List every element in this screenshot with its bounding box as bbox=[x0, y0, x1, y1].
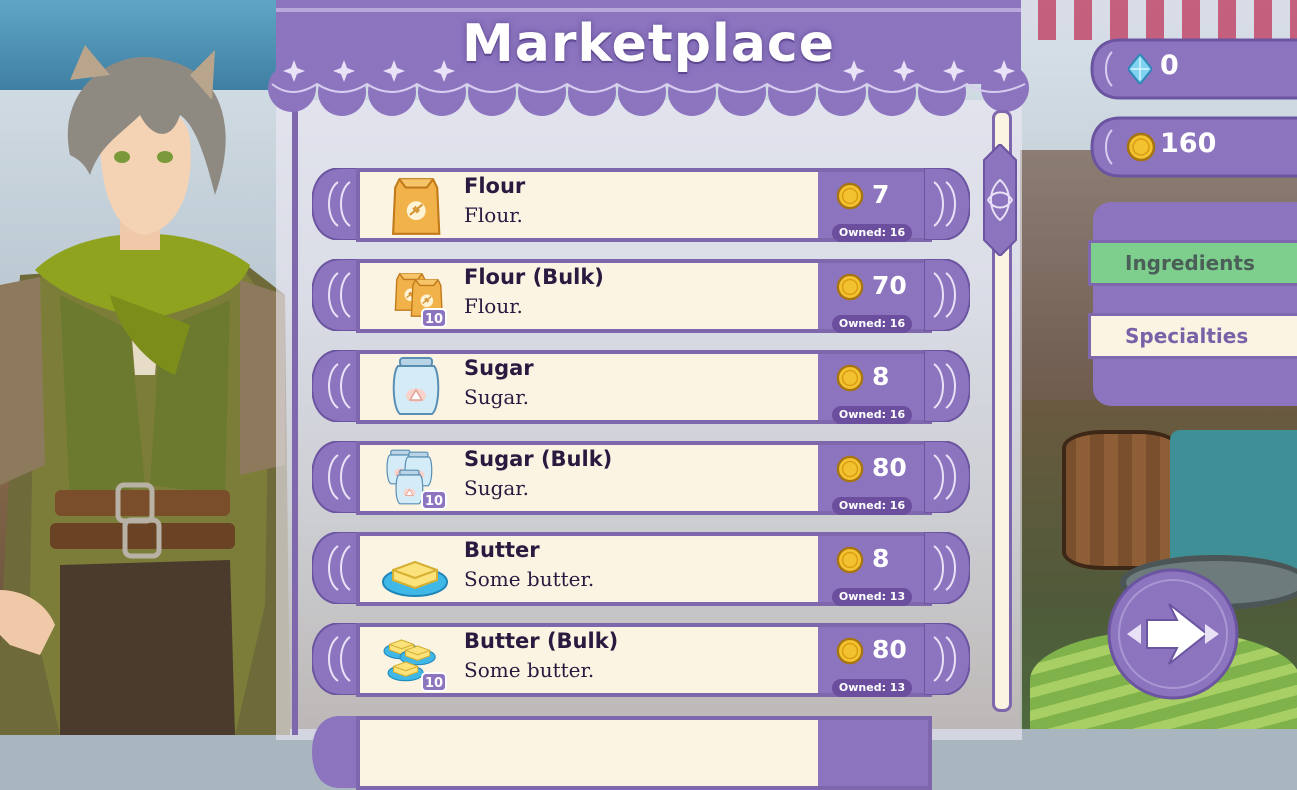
row-cap-right bbox=[924, 259, 970, 331]
owned-count: Owned: 13 bbox=[832, 679, 912, 697]
sugar-jar-icon bbox=[392, 357, 440, 415]
item-price: 80 bbox=[872, 453, 907, 482]
item-name: Flour (Bulk) bbox=[464, 265, 604, 289]
bulk-badge: 10 bbox=[425, 312, 443, 327]
coin-icon bbox=[836, 546, 864, 574]
bulk-badge: 10 bbox=[425, 494, 443, 509]
list-item[interactable]: 10 Butter (Bulk) Some butter. 80 Owned: … bbox=[312, 623, 970, 697]
item-price: 8 bbox=[872, 362, 890, 391]
list-item[interactable]: Flour Flour. 7 Owned: 16 bbox=[312, 168, 970, 242]
butter-icon bbox=[382, 560, 448, 597]
character-portrait bbox=[0, 45, 290, 735]
flour-bulk-icon: 10 bbox=[394, 273, 447, 328]
item-price: 70 bbox=[872, 271, 907, 300]
panel-frame-left bbox=[292, 110, 298, 735]
wooden-barrel bbox=[1062, 430, 1180, 570]
item-description: Some butter. bbox=[464, 567, 595, 591]
gem-icon bbox=[1128, 54, 1152, 84]
item-name: Butter bbox=[464, 538, 540, 562]
row-cap-right bbox=[924, 350, 970, 422]
item-price: 80 bbox=[872, 635, 907, 664]
item-description: Some butter. bbox=[464, 658, 595, 682]
gem-count: 0 bbox=[1160, 50, 1179, 81]
next-button[interactable] bbox=[1107, 568, 1239, 700]
row-cap-right bbox=[924, 532, 970, 604]
item-price: 7 bbox=[872, 180, 890, 209]
striped-awning bbox=[1020, 0, 1297, 40]
owned-count: Owned: 16 bbox=[832, 406, 912, 424]
item-card bbox=[356, 716, 830, 790]
owned-count: Owned: 16 bbox=[832, 224, 912, 242]
flour-bag-icon bbox=[392, 178, 441, 235]
page-title: Marketplace bbox=[461, 14, 836, 74]
owned-count: Owned: 16 bbox=[832, 497, 912, 515]
scrollbar-thumb[interactable] bbox=[982, 144, 1018, 256]
item-name: Sugar (Bulk) bbox=[464, 447, 613, 471]
row-cap-right bbox=[924, 168, 970, 240]
list-item-partial[interactable] bbox=[312, 716, 970, 790]
item-description: Flour. bbox=[464, 294, 523, 318]
bulk-badge: 10 bbox=[425, 676, 443, 691]
coin-icon bbox=[1126, 132, 1156, 162]
price-box bbox=[818, 716, 932, 790]
gem-counter-frame bbox=[1090, 38, 1297, 100]
item-description: Sugar. bbox=[464, 476, 530, 500]
coin-icon bbox=[836, 273, 864, 301]
coin-count: 160 bbox=[1160, 128, 1217, 159]
owned-count: Owned: 16 bbox=[832, 315, 912, 333]
item-name: Butter (Bulk) bbox=[464, 629, 619, 653]
coin-counter: 160 bbox=[1090, 116, 1297, 178]
list-item[interactable]: Sugar Sugar. 8 Owned: 16 bbox=[312, 350, 970, 424]
item-description: Flour. bbox=[464, 203, 523, 227]
coin-icon bbox=[836, 364, 864, 392]
list-item[interactable]: 10 Flour (Bulk) Flour. 70 Owned: 16 bbox=[312, 259, 970, 333]
category-tabs-panel bbox=[1093, 202, 1297, 406]
tab-ingredients[interactable]: Ingredients bbox=[1088, 240, 1297, 286]
list-item[interactable]: Butter Some butter. 8 Owned: 13 bbox=[312, 532, 970, 606]
coin-icon bbox=[836, 637, 864, 665]
coin-icon bbox=[836, 182, 864, 210]
owned-count: Owned: 13 bbox=[832, 588, 912, 606]
gem-counter: 0 bbox=[1090, 38, 1297, 100]
coin-icon bbox=[836, 455, 864, 483]
item-price: 8 bbox=[872, 544, 890, 573]
sugar-bulk-icon: 10 bbox=[386, 449, 447, 510]
item-name: Sugar bbox=[464, 356, 534, 380]
tab-specialties[interactable]: Specialties bbox=[1088, 313, 1297, 359]
list-item[interactable]: 10 Sugar (Bulk) Sugar. 80 Owned: 16 bbox=[312, 441, 970, 515]
butter-bulk-icon: 10 bbox=[383, 639, 447, 692]
row-cap-right bbox=[924, 441, 970, 513]
item-name: Flour bbox=[464, 174, 526, 198]
item-description: Sugar. bbox=[464, 385, 530, 409]
row-cap-right bbox=[924, 623, 970, 695]
